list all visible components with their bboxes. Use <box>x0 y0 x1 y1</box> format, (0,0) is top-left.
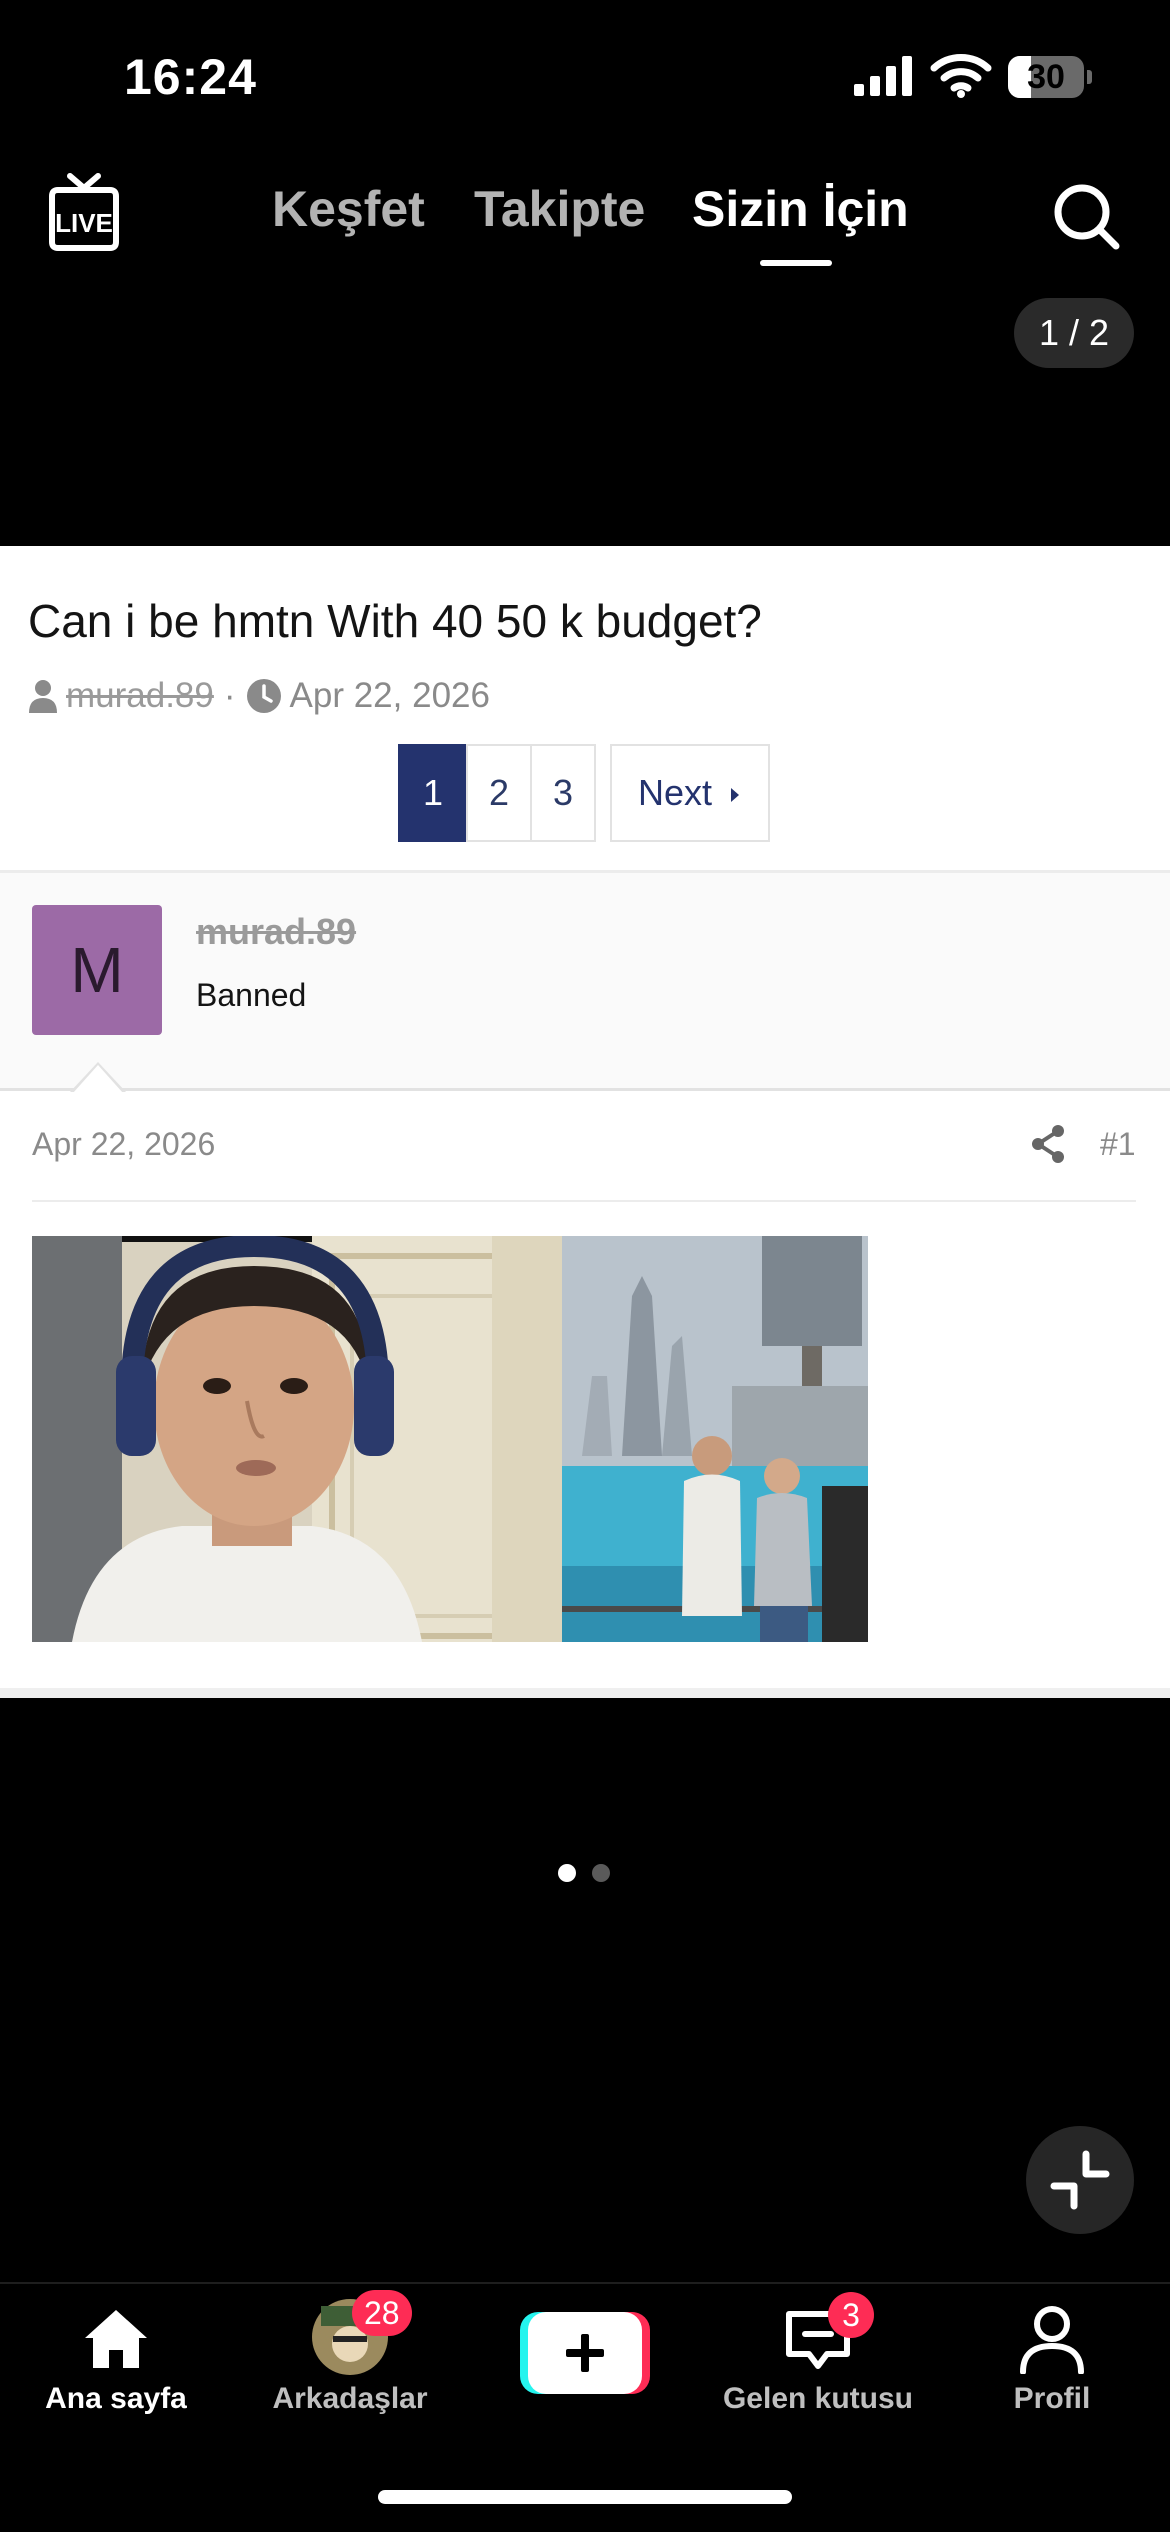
divider <box>32 1200 1136 1202</box>
selfie-photo[interactable] <box>32 1236 562 1642</box>
tab-sizin-icin[interactable]: Sizin İçin <box>692 180 909 238</box>
clock-icon <box>246 679 281 713</box>
live-tv-icon[interactable]: LIVE <box>44 170 124 254</box>
thread-meta: murad.89 · Apr 22, 2026 <box>28 674 490 718</box>
tab-kesfet[interactable]: Keşfet <box>272 180 425 238</box>
post-username[interactable]: murad.89 <box>196 911 356 953</box>
collapse-icon <box>1050 2150 1110 2210</box>
post-screenshot-card[interactable]: Can i be hmtn With 40 50 k budget? murad… <box>0 546 1170 1698</box>
tab-takipte[interactable]: Takipte <box>474 180 645 238</box>
tab-inbox[interactable]: 3 Gelen kutusu <box>718 2284 918 2434</box>
caret-right-icon <box>731 788 740 803</box>
thread-author[interactable]: murad.89 <box>66 676 214 716</box>
cellular-signal-icon <box>854 56 912 96</box>
avatar[interactable]: M <box>32 905 162 1035</box>
page-2-button[interactable]: 2 <box>466 744 532 842</box>
collapse-button[interactable] <box>1026 2126 1134 2234</box>
thread-date: Apr 22, 2026 <box>289 676 490 715</box>
post-number-link[interactable]: #1 <box>1100 1126 1136 1163</box>
card-footer <box>0 1688 1170 1698</box>
carousel-indicator <box>558 1864 626 1882</box>
page-3-button[interactable]: 3 <box>530 744 596 842</box>
home-indicator <box>378 2490 792 2504</box>
post-user-panel: M murad.89 Banned <box>0 873 1170 1091</box>
tab-profile[interactable]: Profil <box>952 2284 1152 2434</box>
status-time: 16:24 <box>124 49 257 105</box>
post-date: Apr 22, 2026 <box>32 1126 216 1162</box>
meta-separator: · <box>223 676 236 715</box>
top-navigation: LIVE Keşfet Takipte Sizin İçin <box>0 160 1170 270</box>
image-counter-badge: 1 / 2 <box>1014 298 1134 368</box>
active-tab-indicator <box>760 260 832 266</box>
user-title-banned: Banned <box>196 977 307 1013</box>
home-icon <box>85 2310 147 2368</box>
page-1-button[interactable]: 1 <box>398 744 468 842</box>
inbox-badge: 3 <box>828 2292 874 2338</box>
tab-home-label: Ana sayfa <box>45 2382 187 2415</box>
tab-friends-label: Arkadaşlar <box>272 2382 428 2415</box>
battery-percent: 30 <box>1027 58 1065 96</box>
user-icon <box>29 680 57 713</box>
status-bar: 16:24 30 <box>0 0 1170 150</box>
profile-icon <box>1020 2306 1084 2374</box>
share-icon[interactable] <box>1030 1124 1066 1164</box>
tab-friends[interactable]: 28 Arkadaşlar <box>250 2284 450 2434</box>
next-label: Next <box>637 772 712 813</box>
pagination: 1 2 3 Next <box>398 744 770 842</box>
thread-title: Can i be hmtn With 40 50 k budget? <box>28 595 762 647</box>
create-button[interactable] <box>520 2310 650 2396</box>
carousel-dot-1[interactable] <box>558 1864 576 1882</box>
search-icon[interactable] <box>1052 182 1120 250</box>
tab-profile-label: Profil <box>1013 2382 1091 2415</box>
carousel-dot-2[interactable] <box>592 1864 610 1882</box>
tab-inbox-label: Gelen kutusu <box>722 2382 914 2415</box>
skyline-photo[interactable] <box>562 1236 868 1642</box>
battery-indicator: 30 <box>1008 56 1092 98</box>
next-page-button[interactable]: Next <box>610 744 770 842</box>
wifi-icon <box>930 54 992 98</box>
tab-home[interactable]: Ana sayfa <box>16 2284 216 2434</box>
friends-badge: 28 <box>352 2290 412 2336</box>
svg-text:LIVE: LIVE <box>55 208 113 238</box>
